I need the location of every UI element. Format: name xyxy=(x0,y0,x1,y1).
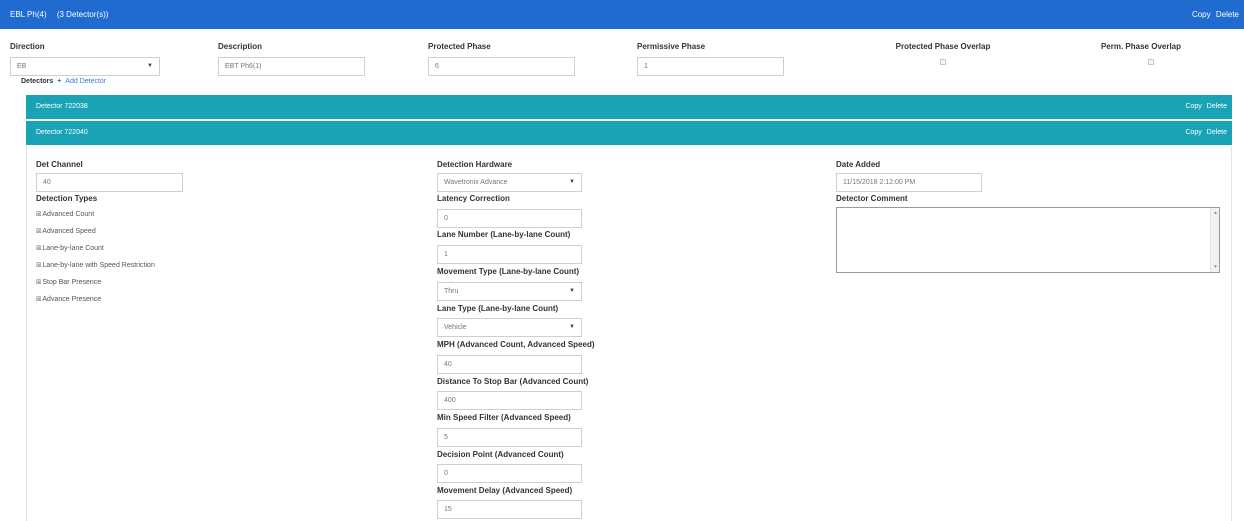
scrollbar[interactable]: ▲ ▼ xyxy=(1210,208,1219,272)
description-input[interactable]: EBT Ph6(1) xyxy=(218,57,365,76)
min-speed-input[interactable]: 5 xyxy=(437,428,582,447)
detector-bar[interactable]: Detector 722040 Copy Delete xyxy=(26,121,1232,145)
date-added-input[interactable]: 11/15/2018 2:12:00 PM xyxy=(836,173,982,192)
movement-type-value: Thru xyxy=(444,288,459,295)
decision-point-input[interactable]: 0 xyxy=(437,464,582,483)
detectors-label: Detectors xyxy=(21,78,54,85)
protected-overlap-checkbox[interactable] xyxy=(940,59,946,65)
hardware-value: Wavetronix Advance xyxy=(444,179,508,186)
perm-overlap-label: Perm. Phase Overlap xyxy=(1100,42,1182,51)
detector-title: Detector 722038 xyxy=(36,103,88,110)
lane-number-label: Lane Number (Lane-by-lane Count) xyxy=(437,230,571,239)
movement-type-label: Movement Type (Lane-by-lane Count) xyxy=(437,267,580,276)
checkbox-checked-icon: ☒ xyxy=(36,263,42,269)
checkbox-checked-icon: ☒ xyxy=(36,212,42,218)
checkbox-checked-icon: ☒ xyxy=(36,229,42,235)
add-detector-link[interactable]: Add Detector xyxy=(65,78,106,85)
detector-detail-panel xyxy=(26,146,1232,521)
approach-copy-button[interactable]: Copy xyxy=(1192,10,1211,19)
movement-delay-input[interactable]: 15 xyxy=(437,500,582,519)
checkbox-checked-icon: ☒ xyxy=(36,246,42,252)
direction-value: EB xyxy=(17,63,27,70)
distance-label: Distance To Stop Bar (Advanced Count) xyxy=(437,377,589,386)
detection-type-item[interactable]: ☒Lane-by-lane with Speed Restriction xyxy=(36,262,155,269)
mph-input[interactable]: 40 xyxy=(437,355,582,374)
detector-delete-button[interactable]: Delete xyxy=(1207,103,1227,110)
approach-header-bar: EBL Ph(4) (3 Detector(s)) Copy Delete xyxy=(0,0,1244,29)
protected-phase-input[interactable]: 6 xyxy=(428,57,575,76)
chevron-down-icon: ▼ xyxy=(569,179,575,185)
latency-label: Latency Correction xyxy=(437,194,510,203)
perm-overlap-checkbox[interactable] xyxy=(1148,59,1154,65)
detectors-header: Detectors + Add Detector xyxy=(21,78,106,85)
detection-type-item[interactable]: ☒Lane-by-lane Count xyxy=(36,245,104,252)
latency-input[interactable]: 0 xyxy=(437,209,582,228)
detector-bar[interactable]: Detector 722038 Copy Delete xyxy=(26,95,1232,119)
approach-delete-button[interactable]: Delete xyxy=(1216,10,1239,19)
movement-type-select[interactable]: Thru ▼ xyxy=(437,282,582,301)
detection-type-item[interactable]: ☒Stop Bar Presence xyxy=(36,279,101,286)
chevron-down-icon: ▼ xyxy=(147,63,153,69)
detection-type-item[interactable]: ☒Advance Presence xyxy=(36,296,101,303)
hardware-label: Detection Hardware xyxy=(437,160,513,169)
det-channel-input[interactable]: 40 xyxy=(36,173,183,192)
protected-overlap-label: Protected Phase Overlap xyxy=(895,42,991,51)
detector-copy-button[interactable]: Copy xyxy=(1185,129,1201,136)
phase-label: EBL Ph(4) xyxy=(10,10,47,19)
permissive-phase-label: Permissive Phase xyxy=(637,42,706,51)
detector-comment-label: Detector Comment xyxy=(836,194,908,203)
lane-type-value: Vehicle xyxy=(444,324,467,331)
date-added-label: Date Added xyxy=(836,160,881,169)
mph-label: MPH (Advanced Count, Advanced Speed) xyxy=(437,340,595,349)
checkbox-checked-icon: ☒ xyxy=(36,297,42,303)
det-channel-label: Det Channel xyxy=(36,160,83,169)
direction-label: Direction xyxy=(10,42,45,51)
hardware-select[interactable]: Wavetronix Advance ▼ xyxy=(437,173,582,192)
description-label: Description xyxy=(218,42,263,51)
chevron-down-icon: ▼ xyxy=(569,324,575,330)
min-speed-label: Min Speed Filter (Advanced Speed) xyxy=(437,413,571,422)
approach-actions: Copy Delete xyxy=(1189,10,1239,19)
permissive-phase-input[interactable]: 1 xyxy=(637,57,784,76)
protected-phase-label: Protected Phase xyxy=(428,42,491,51)
direction-select[interactable]: EB ▼ xyxy=(10,57,160,76)
movement-delay-label: Movement Delay (Advanced Speed) xyxy=(437,486,573,495)
distance-input[interactable]: 400 xyxy=(437,391,582,410)
decision-point-label: Decision Point (Advanced Count) xyxy=(437,450,564,459)
detection-type-item[interactable]: ☒Advanced Speed xyxy=(36,228,96,235)
detector-comment-textarea[interactable]: ▲ ▼ xyxy=(836,207,1220,273)
detector-title: Detector 722040 xyxy=(36,129,88,136)
lane-type-label: Lane Type (Lane-by-lane Count) xyxy=(437,304,559,313)
detector-count: (3 Detector(s)) xyxy=(56,10,109,19)
checkbox-checked-icon: ☒ xyxy=(36,280,42,286)
detection-type-item[interactable]: ☒Advanced Count xyxy=(36,211,94,218)
chevron-down-icon: ▼ xyxy=(569,288,575,294)
scroll-down-icon[interactable]: ▼ xyxy=(1213,264,1218,270)
plus-icon[interactable]: + xyxy=(57,78,61,85)
detector-delete-button[interactable]: Delete xyxy=(1207,129,1227,136)
approach-title: EBL Ph(4) (3 Detector(s)) xyxy=(10,10,116,19)
detector-copy-button[interactable]: Copy xyxy=(1185,103,1201,110)
detection-types-label: Detection Types xyxy=(36,194,98,203)
lane-type-select[interactable]: Vehicle ▼ xyxy=(437,318,582,337)
lane-number-input[interactable]: 1 xyxy=(437,245,582,264)
scroll-up-icon[interactable]: ▲ xyxy=(1213,210,1218,216)
